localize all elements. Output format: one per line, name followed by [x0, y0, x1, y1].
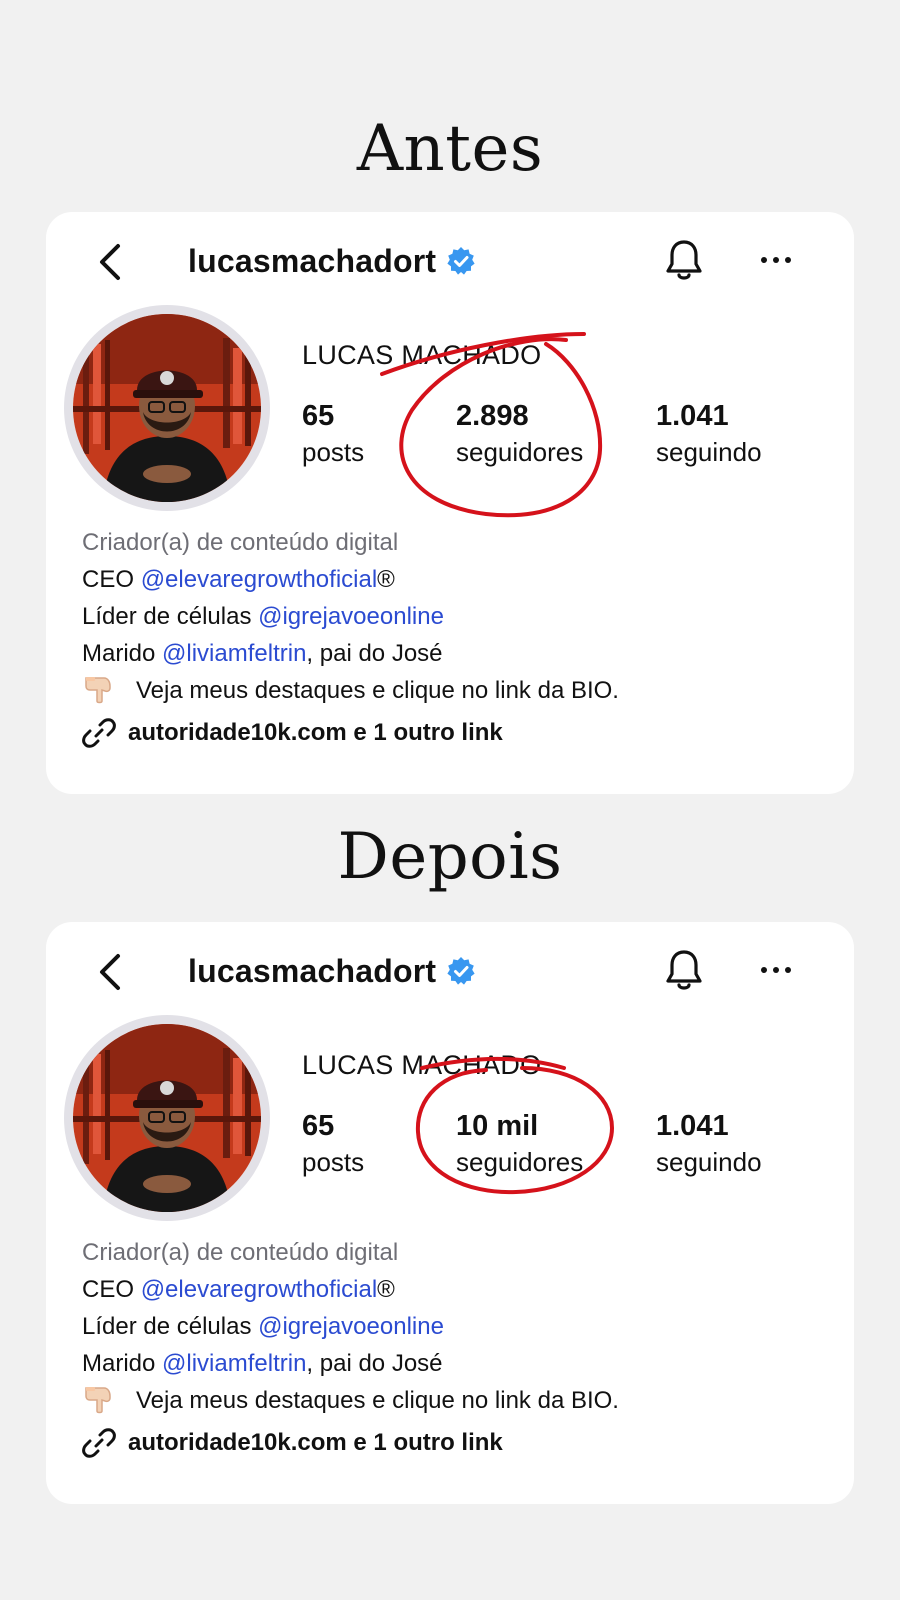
mention-link[interactable]: @liviamfeltrin — [162, 1350, 306, 1377]
bell-icon[interactable] — [664, 238, 704, 284]
bio-line-cta: Veja meus destaques e clique no link da … — [82, 1382, 822, 1419]
bio-line-ceo: CEO @elevaregrowthoficial® — [82, 1271, 822, 1308]
bio-text: Líder de células — [82, 603, 259, 630]
bio-category: Criador(a) de conteúdo digital — [82, 529, 399, 556]
full-name: LUCAS MACHADO — [302, 1050, 542, 1080]
more-horizontal-icon[interactable] — [758, 250, 794, 270]
link-icon — [82, 718, 116, 748]
bio-line-ceo: CEO @elevaregrowthoficial® — [82, 561, 822, 598]
bio-text: Marido — [82, 1350, 163, 1377]
link-icon — [82, 1428, 116, 1458]
bio-line-cta: Veja meus destaques e clique no link da … — [82, 672, 822, 709]
mention-link[interactable]: @igrejavoeonline — [258, 603, 444, 630]
bio: Criador(a) de conteúdo digital CEO @elev… — [82, 1234, 822, 1419]
after-title: Depois — [337, 820, 563, 894]
bio-text: ® — [377, 566, 395, 593]
bio-category: Criador(a) de conteúdo digital — [82, 1239, 399, 1266]
bio-line-lider: Líder de células @igrejavoeonline — [82, 598, 822, 635]
hand-pointing-down-icon — [85, 677, 111, 704]
verified-badge-icon — [447, 957, 475, 985]
followers-stat[interactable]: 10 mil seguidores — [456, 1108, 583, 1180]
chevron-left-icon[interactable] — [94, 242, 124, 282]
bio-text: , pai do José — [306, 1350, 443, 1377]
bio-line-marido: Marido @liviamfeltrin, pai do José — [82, 635, 822, 672]
external-link[interactable]: autoridade10k.com e 1 outro link — [82, 1426, 503, 1460]
bio-text: , pai do José — [306, 640, 443, 667]
bio-text: Veja meus destaques e clique no link da … — [136, 1387, 619, 1414]
posts-label: posts — [302, 437, 365, 467]
more-horizontal-icon[interactable] — [758, 960, 794, 980]
username: lucasmachadort — [188, 952, 437, 989]
bio-text: Líder de células — [82, 1313, 259, 1340]
profile-card-before: lucasmachadort LUCAS MACHADO 65 posts 2.… — [46, 212, 854, 794]
link-text: autoridade10k.com e 1 outro link — [128, 1429, 503, 1456]
avatar-ring[interactable] — [64, 1015, 270, 1221]
following-stat[interactable]: 1.041 seguindo — [656, 398, 762, 470]
avatar — [73, 314, 261, 502]
bio: Criador(a) de conteúdo digital CEO @elev… — [82, 524, 822, 709]
profile-header: lucasmachadort — [188, 239, 476, 283]
profile-header: lucasmachadort — [188, 949, 476, 993]
avatar-ring[interactable] — [64, 305, 270, 511]
posts-count: 65 — [302, 1110, 335, 1142]
following-stat[interactable]: 1.041 seguindo — [656, 1108, 762, 1180]
posts-label: posts — [302, 1147, 365, 1177]
username: lucasmachadort — [188, 242, 437, 279]
followers-count: 10 mil — [456, 1110, 539, 1142]
bio-text: CEO — [82, 1276, 141, 1303]
before-title: Antes — [356, 112, 544, 186]
chevron-left-icon[interactable] — [94, 952, 124, 992]
bell-icon[interactable] — [664, 948, 704, 994]
following-label: seguindo — [656, 1147, 762, 1177]
bio-text: ® — [377, 1276, 395, 1303]
full-name: LUCAS MACHADO — [302, 340, 542, 370]
hand-pointing-down-icon — [85, 1387, 111, 1414]
profile-card-after: lucasmachadort LUCAS MACHADO 65 posts 10… — [46, 922, 854, 1504]
bio-text: Marido — [82, 640, 163, 667]
bio-line-marido: Marido @liviamfeltrin, pai do José — [82, 1345, 822, 1382]
followers-stat[interactable]: 2.898 seguidores — [456, 398, 583, 470]
mention-link[interactable]: @elevaregrowthoficial — [141, 1276, 377, 1303]
following-label: seguindo — [656, 437, 762, 467]
bio-line-lider: Líder de células @igrejavoeonline — [82, 1308, 822, 1345]
bio-text: CEO — [82, 566, 141, 593]
followers-label: seguidores — [456, 437, 584, 467]
verified-badge-icon — [447, 247, 475, 275]
posts-stat[interactable]: 65 posts — [302, 1108, 364, 1180]
bio-text: Veja meus destaques e clique no link da … — [136, 677, 619, 704]
mention-link[interactable]: @liviamfeltrin — [162, 640, 306, 667]
following-count: 1.041 — [656, 400, 729, 432]
avatar — [73, 1024, 261, 1212]
mention-link[interactable]: @elevaregrowthoficial — [141, 566, 377, 593]
mention-link[interactable]: @igrejavoeonline — [258, 1313, 444, 1340]
posts-count: 65 — [302, 400, 335, 432]
followers-count: 2.898 — [456, 400, 529, 432]
posts-stat[interactable]: 65 posts — [302, 398, 364, 470]
following-count: 1.041 — [656, 1110, 729, 1142]
external-link[interactable]: autoridade10k.com e 1 outro link — [82, 716, 503, 750]
link-text: autoridade10k.com e 1 outro link — [128, 719, 503, 746]
followers-label: seguidores — [456, 1147, 584, 1177]
